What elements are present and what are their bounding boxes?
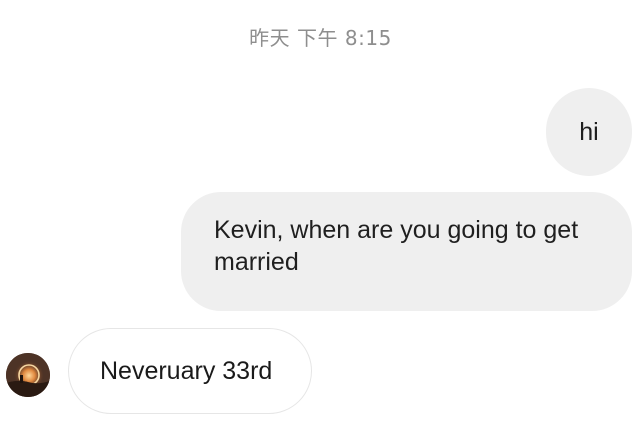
message-text: Kevin, when are you going to get married: [214, 216, 579, 276]
sent-message-bubble[interactable]: hi: [546, 88, 632, 176]
sent-message-bubble[interactable]: Kevin, when are you going to get married: [181, 192, 632, 311]
avatar-photo-icon: [6, 353, 50, 397]
message-text: hi: [579, 118, 599, 146]
message-timestamp: 昨天 下午 8:15: [249, 26, 392, 50]
message-text: Neveruary 33rd: [100, 357, 273, 385]
contact-avatar[interactable]: [6, 353, 50, 397]
received-message-bubble[interactable]: Neveruary 33rd: [68, 328, 312, 414]
